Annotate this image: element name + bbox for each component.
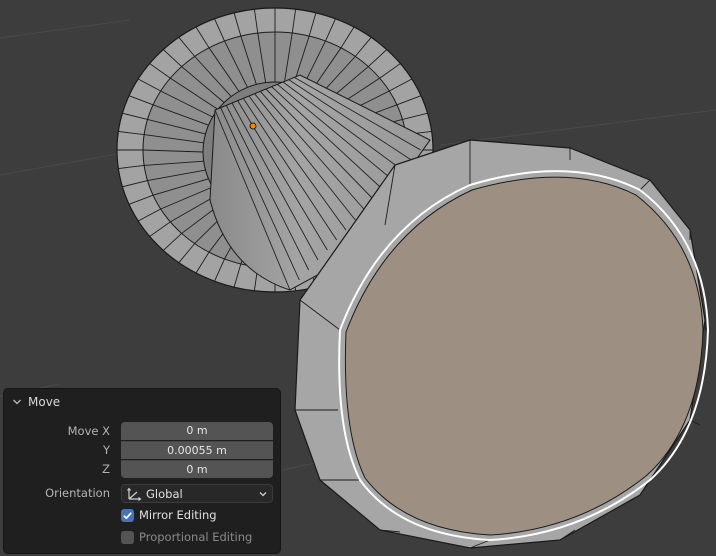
checkbox-checked-icon[interactable] [121,508,134,522]
object-origin-dot[interactable] [249,122,257,130]
proportional-editing-label: Proportional Editing [139,530,253,544]
orientation-row: Orientation Global [4,484,280,503]
mirror-editing-label: Mirror Editing [139,508,217,522]
orientation-dropdown[interactable]: Global [121,484,273,503]
move-y-label: Y [102,443,110,457]
move-operator-panel: Move Move X 0 m Y 0.00055 m Z 0 m Orient… [3,388,281,554]
chevron-down-icon [13,399,21,404]
orientation-value: Global [146,486,183,501]
move-y-row: Y 0.00055 m [4,441,280,460]
move-z-field[interactable]: 0 m [121,460,273,478]
move-x-field[interactable]: 0 m [121,422,273,440]
mirror-editing-checkbox[interactable]: Mirror Editing [121,506,217,524]
move-x-label: Move X [67,424,110,438]
chevron-down-icon [259,491,267,496]
orientation-axes-icon [127,487,142,501]
panel-title: Move [28,394,61,409]
move-z-label: Z [102,462,110,476]
proportional-editing-checkbox[interactable]: Proportional Editing [121,528,252,546]
orientation-label: Orientation [45,486,110,500]
move-x-row: Move X 0 m [4,422,280,441]
checkbox-unchecked-icon[interactable] [121,530,134,544]
move-z-row: Z 0 m [4,460,280,479]
move-y-field[interactable]: 0.00055 m [121,441,273,459]
panel-header[interactable]: Move [4,389,280,414]
